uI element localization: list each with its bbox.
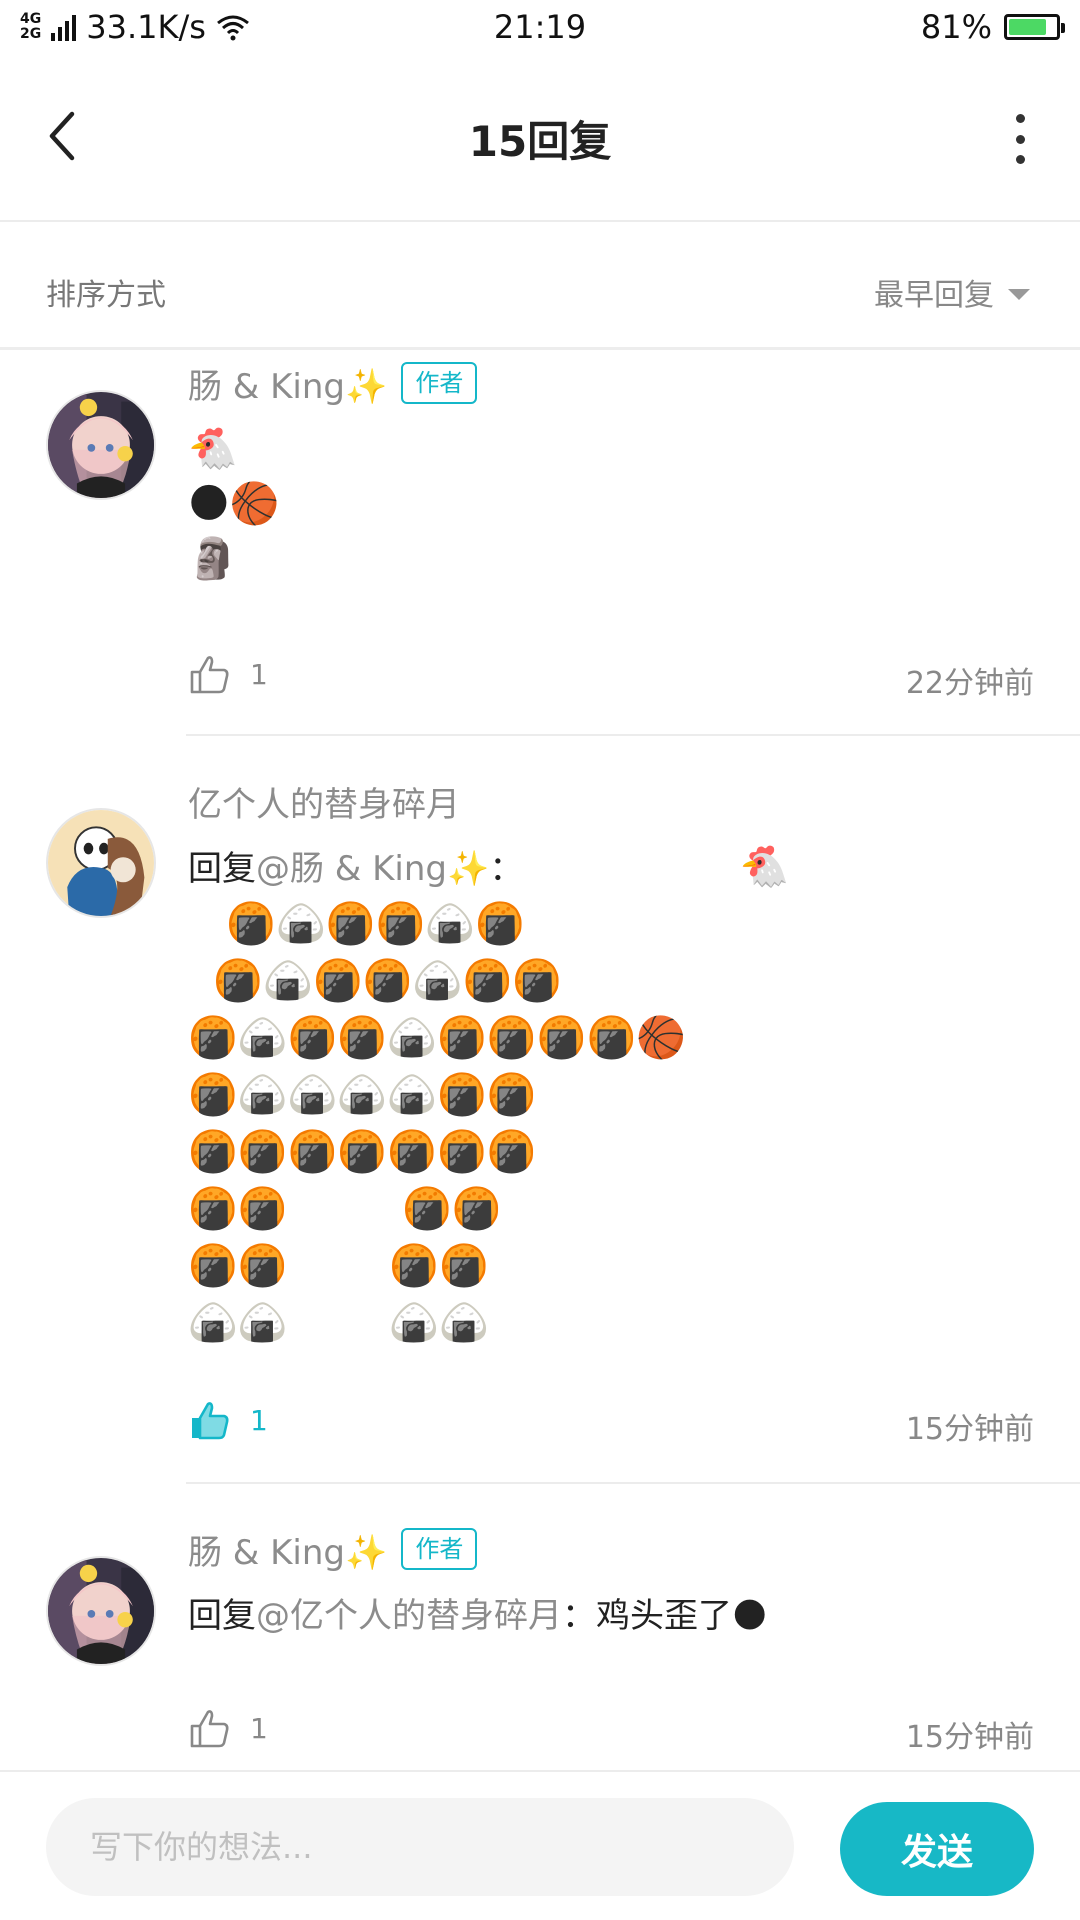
like-button[interactable]: 1 bbox=[188, 652, 268, 696]
more-options-button[interactable] bbox=[1000, 114, 1040, 164]
battery-level bbox=[1009, 19, 1047, 35]
sort-label: 排序方式 bbox=[46, 278, 166, 313]
send-button[interactable]: 发送 bbox=[840, 1802, 1034, 1896]
mention-link[interactable]: @肠 & King✨ bbox=[256, 849, 489, 889]
reply-header: 亿个人的替身碎月 bbox=[188, 776, 1040, 826]
comment-input[interactable] bbox=[46, 1798, 794, 1896]
anime-avatar-image bbox=[48, 392, 154, 498]
like-button[interactable]: 1 bbox=[188, 1398, 268, 1442]
reply-time: 15分钟前 bbox=[905, 1412, 1034, 1447]
reply-body: 肠 & King✨ 作者 🐔 🌑🏀 🗿 bbox=[188, 352, 1040, 587]
sort-bar: 排序方式 最早回复 bbox=[0, 224, 1080, 350]
reply-item: 肠 & King✨ 作者 🐔 🌑🏀 🗿 1 22分钟前 bbox=[0, 352, 1080, 736]
reply-item: 肠 & King✨ 作者 回复@亿个人的替身碎月：鸡头歪了🌑 1 15分钟前 bbox=[0, 1484, 1080, 1770]
sort-order-dropdown[interactable]: 最早回复 bbox=[874, 270, 1030, 314]
more-dot-icon bbox=[1015, 155, 1025, 164]
status-bar: 4G 2G 33.1K/s 21:19 81% bbox=[0, 0, 1080, 56]
reply-text: 回复@亿个人的替身碎月：鸡头歪了🌑 bbox=[188, 1588, 1040, 1644]
like-count: 1 bbox=[250, 1711, 268, 1745]
battery-icon bbox=[1004, 14, 1065, 40]
battery-percent: 81% bbox=[920, 8, 992, 46]
thumbs-up-filled-icon bbox=[192, 1402, 229, 1440]
top-app-bar: 15回复 bbox=[0, 56, 1080, 222]
more-dot-icon bbox=[1015, 134, 1025, 144]
reply-header: 肠 & King✨ 作者 bbox=[188, 1524, 1040, 1574]
skeleton-avatar-image bbox=[48, 810, 154, 916]
caret-down-icon bbox=[1008, 288, 1030, 300]
reply-time: 15分钟前 bbox=[905, 1720, 1034, 1755]
reply-separator: ： bbox=[489, 849, 524, 889]
like-button[interactable]: 1 bbox=[188, 1706, 268, 1750]
reply-prefix: 回复 bbox=[188, 849, 256, 889]
reply-separator: ： bbox=[562, 1596, 596, 1636]
anime-avatar-image bbox=[48, 1558, 154, 1664]
thumbs-up-icon bbox=[190, 1710, 229, 1748]
mention-link[interactable]: @亿个人的替身碎月 bbox=[256, 1596, 562, 1636]
reply-prefix: 回复 bbox=[188, 1596, 256, 1636]
avatar[interactable] bbox=[46, 808, 156, 918]
avatar[interactable] bbox=[46, 390, 156, 500]
author-badge: 作者 bbox=[401, 362, 478, 404]
reply-header: 肠 & King✨ 作者 bbox=[188, 358, 1040, 408]
sort-selected-value: 最早回复 bbox=[874, 278, 994, 313]
reply-time: 22分钟前 bbox=[905, 666, 1034, 701]
reply-footer: 1 15分钟前 bbox=[188, 1706, 1034, 1766]
like-count: 1 bbox=[250, 1403, 268, 1437]
comment-composer: 发送 bbox=[0, 1770, 1080, 1920]
reply-author[interactable]: 肠 & King✨ bbox=[188, 359, 387, 408]
author-badge: 作者 bbox=[401, 1528, 478, 1570]
reply-author[interactable]: 亿个人的替身碎月 bbox=[188, 777, 460, 826]
reply-content: 🐔 🌑🏀 🗿 bbox=[188, 426, 280, 582]
like-count: 1 bbox=[250, 657, 268, 691]
reply-body: 肠 & King✨ 作者 回复@亿个人的替身碎月：鸡头歪了🌑 bbox=[188, 1524, 1040, 1644]
reply-content: 鸡头歪了🌑 bbox=[596, 1596, 768, 1636]
status-time: 21:19 bbox=[493, 8, 587, 46]
page-title: 15回复 bbox=[468, 117, 612, 166]
avatar[interactable] bbox=[46, 1556, 156, 1666]
reply-body: 亿个人的替身碎月 回复@肠 & King✨： 🐔 🍘🍙🍘🍘🍙🍘 🍘🍙🍘🍘🍙🍘🍘 … bbox=[188, 776, 1040, 1353]
reply-item: 亿个人的替身碎月 回复@肠 & King✨： 🐔 🍘🍙🍘🍘🍙🍘 🍘🍙🍘🍘🍙🍘🍘 … bbox=[0, 736, 1080, 1484]
reply-author[interactable]: 肠 & King✨ bbox=[188, 1525, 387, 1574]
reply-text: 回复@肠 & King✨： 🐔 🍘🍙🍘🍘🍙🍘 🍘🍙🍘🍘🍙🍘🍘 🍘🍙🍘🍘🍙🍘🍘🍘🍘… bbox=[188, 840, 1040, 1353]
more-dot-icon bbox=[1015, 114, 1025, 123]
reply-content: 🐔 🍘🍙🍘🍘🍙🍘 🍘🍙🍘🍘🍙🍘🍘 🍘🍙🍘🍘🍙🍘🍘🍘🍘🏀 🍘🍙🍙🍙🍙🍘🍘 🍘🍘🍘🍘… bbox=[188, 844, 790, 1346]
thumbs-up-icon bbox=[190, 656, 229, 694]
reply-footer: 1 15分钟前 bbox=[188, 1398, 1034, 1458]
status-right: 81% bbox=[920, 8, 1065, 46]
reply-footer: 1 22分钟前 bbox=[188, 652, 1034, 712]
